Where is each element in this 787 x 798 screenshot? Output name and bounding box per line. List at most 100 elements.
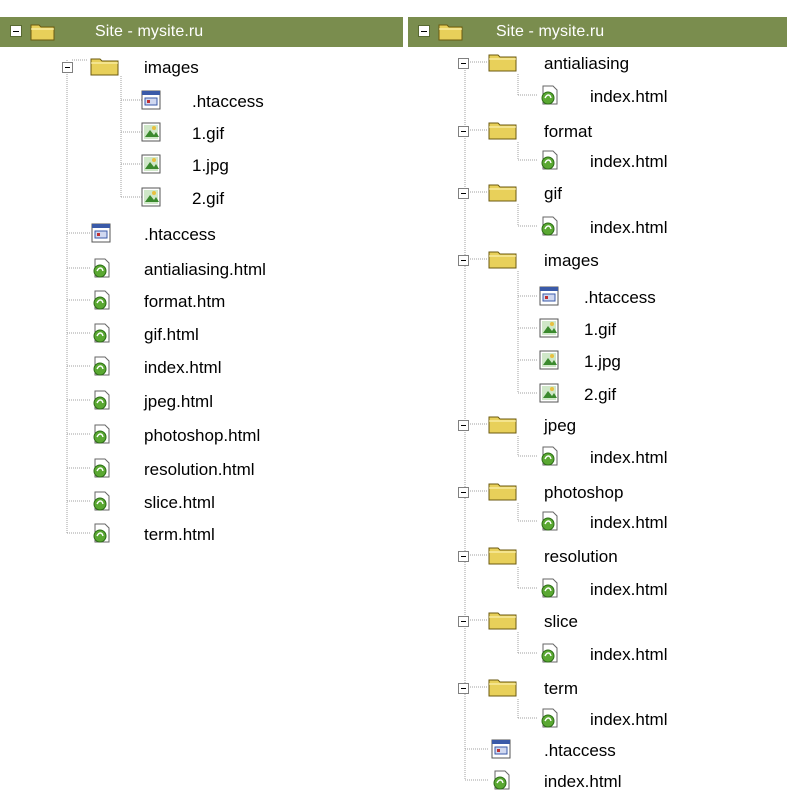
file-item[interactable]: 2.gif xyxy=(140,183,340,215)
folder-icon xyxy=(488,609,518,636)
collapse-toggle[interactable] xyxy=(458,420,469,431)
collapse-toggle[interactable] xyxy=(458,551,469,562)
html-file-icon xyxy=(90,423,112,450)
html-file-icon xyxy=(90,257,112,284)
file-item[interactable]: index.html xyxy=(538,639,778,671)
file-item[interactable]: index.html xyxy=(538,442,778,474)
htaccess-file-icon xyxy=(140,89,162,116)
file-item[interactable]: index.html xyxy=(538,212,778,244)
site-header-right[interactable]: Site - mysite.ru xyxy=(408,17,787,47)
folder-label: antialiasing xyxy=(544,54,630,73)
file-item[interactable]: slice.html xyxy=(90,487,350,519)
folder-icon xyxy=(488,181,518,208)
file-item[interactable]: format.htm xyxy=(90,286,350,318)
folder-item-images[interactable]: images xyxy=(60,52,260,84)
file-item[interactable]: 2.gif xyxy=(538,379,778,411)
folder-item-term[interactable]: term xyxy=(456,673,756,705)
file-item[interactable]: .htaccess xyxy=(538,282,778,314)
collapse-toggle[interactable] xyxy=(458,487,469,498)
file-item[interactable]: index.html xyxy=(538,704,778,736)
html-file-icon xyxy=(538,445,560,472)
folder-label: jpeg xyxy=(544,416,577,435)
file-item[interactable]: jpeg.html xyxy=(90,386,350,418)
file-label: 2.gif xyxy=(192,189,225,208)
file-label: index.html xyxy=(590,87,668,106)
file-label: index.html xyxy=(590,513,668,532)
left-site-panel: Site - mysite.ru images .htaccess 1.gif … xyxy=(0,0,403,791)
file-item[interactable]: term.html xyxy=(90,519,350,551)
image-file-icon xyxy=(538,382,560,409)
html-file-icon xyxy=(538,577,560,604)
file-label: index.html xyxy=(590,580,668,599)
file-item[interactable]: .htaccess xyxy=(90,219,350,251)
folder-label: slice xyxy=(544,612,579,631)
folder-icon xyxy=(488,119,518,146)
html-file-icon xyxy=(90,457,112,484)
collapse-toggle[interactable] xyxy=(62,62,73,73)
file-item[interactable]: .htaccess xyxy=(140,86,340,118)
file-label: 2.gif xyxy=(584,385,617,404)
folder-label: term xyxy=(544,679,578,698)
file-label: .htaccess xyxy=(144,225,216,244)
file-label: .htaccess xyxy=(544,741,616,760)
folder-label: photoshop xyxy=(544,483,624,502)
folder-icon xyxy=(30,22,56,47)
collapse-toggle[interactable] xyxy=(458,255,469,266)
file-label: resolution.html xyxy=(144,460,255,479)
collapse-toggle[interactable] xyxy=(10,25,22,37)
file-item[interactable]: index.html xyxy=(538,507,778,539)
html-file-icon xyxy=(90,355,112,382)
folder-label: images xyxy=(144,58,199,77)
html-file-icon xyxy=(538,149,560,176)
file-label: photoshop.html xyxy=(144,426,261,445)
collapse-toggle[interactable] xyxy=(458,58,469,69)
site-header-left[interactable]: Site - mysite.ru xyxy=(0,17,403,47)
file-item[interactable]: index.html xyxy=(538,81,778,113)
folder-icon xyxy=(488,544,518,571)
folder-label: format xyxy=(544,122,593,141)
file-label: index.html xyxy=(590,710,668,729)
file-item[interactable]: index.html xyxy=(490,766,750,798)
file-label: 1.jpg xyxy=(584,352,621,371)
collapse-toggle[interactable] xyxy=(418,25,430,37)
file-item[interactable]: gif.html xyxy=(90,319,350,351)
collapse-toggle[interactable] xyxy=(458,188,469,199)
file-label: antialiasing.html xyxy=(144,260,266,279)
html-file-icon xyxy=(90,522,112,549)
file-label: index.html xyxy=(590,152,668,171)
file-item[interactable]: photoshop.html xyxy=(90,420,350,452)
collapse-toggle[interactable] xyxy=(458,683,469,694)
folder-item-antialiasing[interactable]: antialiasing xyxy=(456,48,756,80)
folder-item-gif[interactable]: gif xyxy=(456,178,756,210)
file-item[interactable]: .htaccess xyxy=(490,735,750,767)
folder-label: gif xyxy=(544,184,562,203)
folder-item-photoshop[interactable]: photoshop xyxy=(456,477,756,509)
image-file-icon xyxy=(538,317,560,344)
file-item[interactable]: 1.jpg xyxy=(538,346,778,378)
folder-label: images xyxy=(544,251,599,270)
file-item[interactable]: resolution.html xyxy=(90,454,350,486)
file-item[interactable]: index.html xyxy=(90,352,350,384)
folder-icon xyxy=(90,55,120,82)
file-item[interactable]: index.html xyxy=(538,146,778,178)
file-item[interactable]: 1.gif xyxy=(538,314,778,346)
folder-item-slice[interactable]: slice xyxy=(456,606,756,638)
file-item[interactable]: index.html xyxy=(538,574,778,606)
right-site-panel: Site - mysite.ru antialiasing index.html f… xyxy=(408,0,787,791)
file-item[interactable]: 1.gif xyxy=(140,118,340,150)
html-file-icon xyxy=(90,289,112,316)
file-label: 1.jpg xyxy=(192,156,229,175)
collapse-toggle[interactable] xyxy=(458,616,469,627)
folder-icon xyxy=(438,22,464,47)
htaccess-file-icon xyxy=(538,285,560,312)
file-item[interactable]: 1.jpg xyxy=(140,150,340,182)
folder-item-resolution[interactable]: resolution xyxy=(456,541,756,573)
folder-item-format[interactable]: format xyxy=(456,116,756,148)
folder-item-jpeg[interactable]: jpeg xyxy=(456,410,756,442)
folder-icon xyxy=(488,413,518,440)
collapse-toggle[interactable] xyxy=(458,126,469,137)
file-label: index.html xyxy=(544,772,622,791)
file-label: term.html xyxy=(144,525,215,544)
file-item[interactable]: antialiasing.html xyxy=(90,254,350,286)
folder-item-images[interactable]: images xyxy=(456,245,756,277)
